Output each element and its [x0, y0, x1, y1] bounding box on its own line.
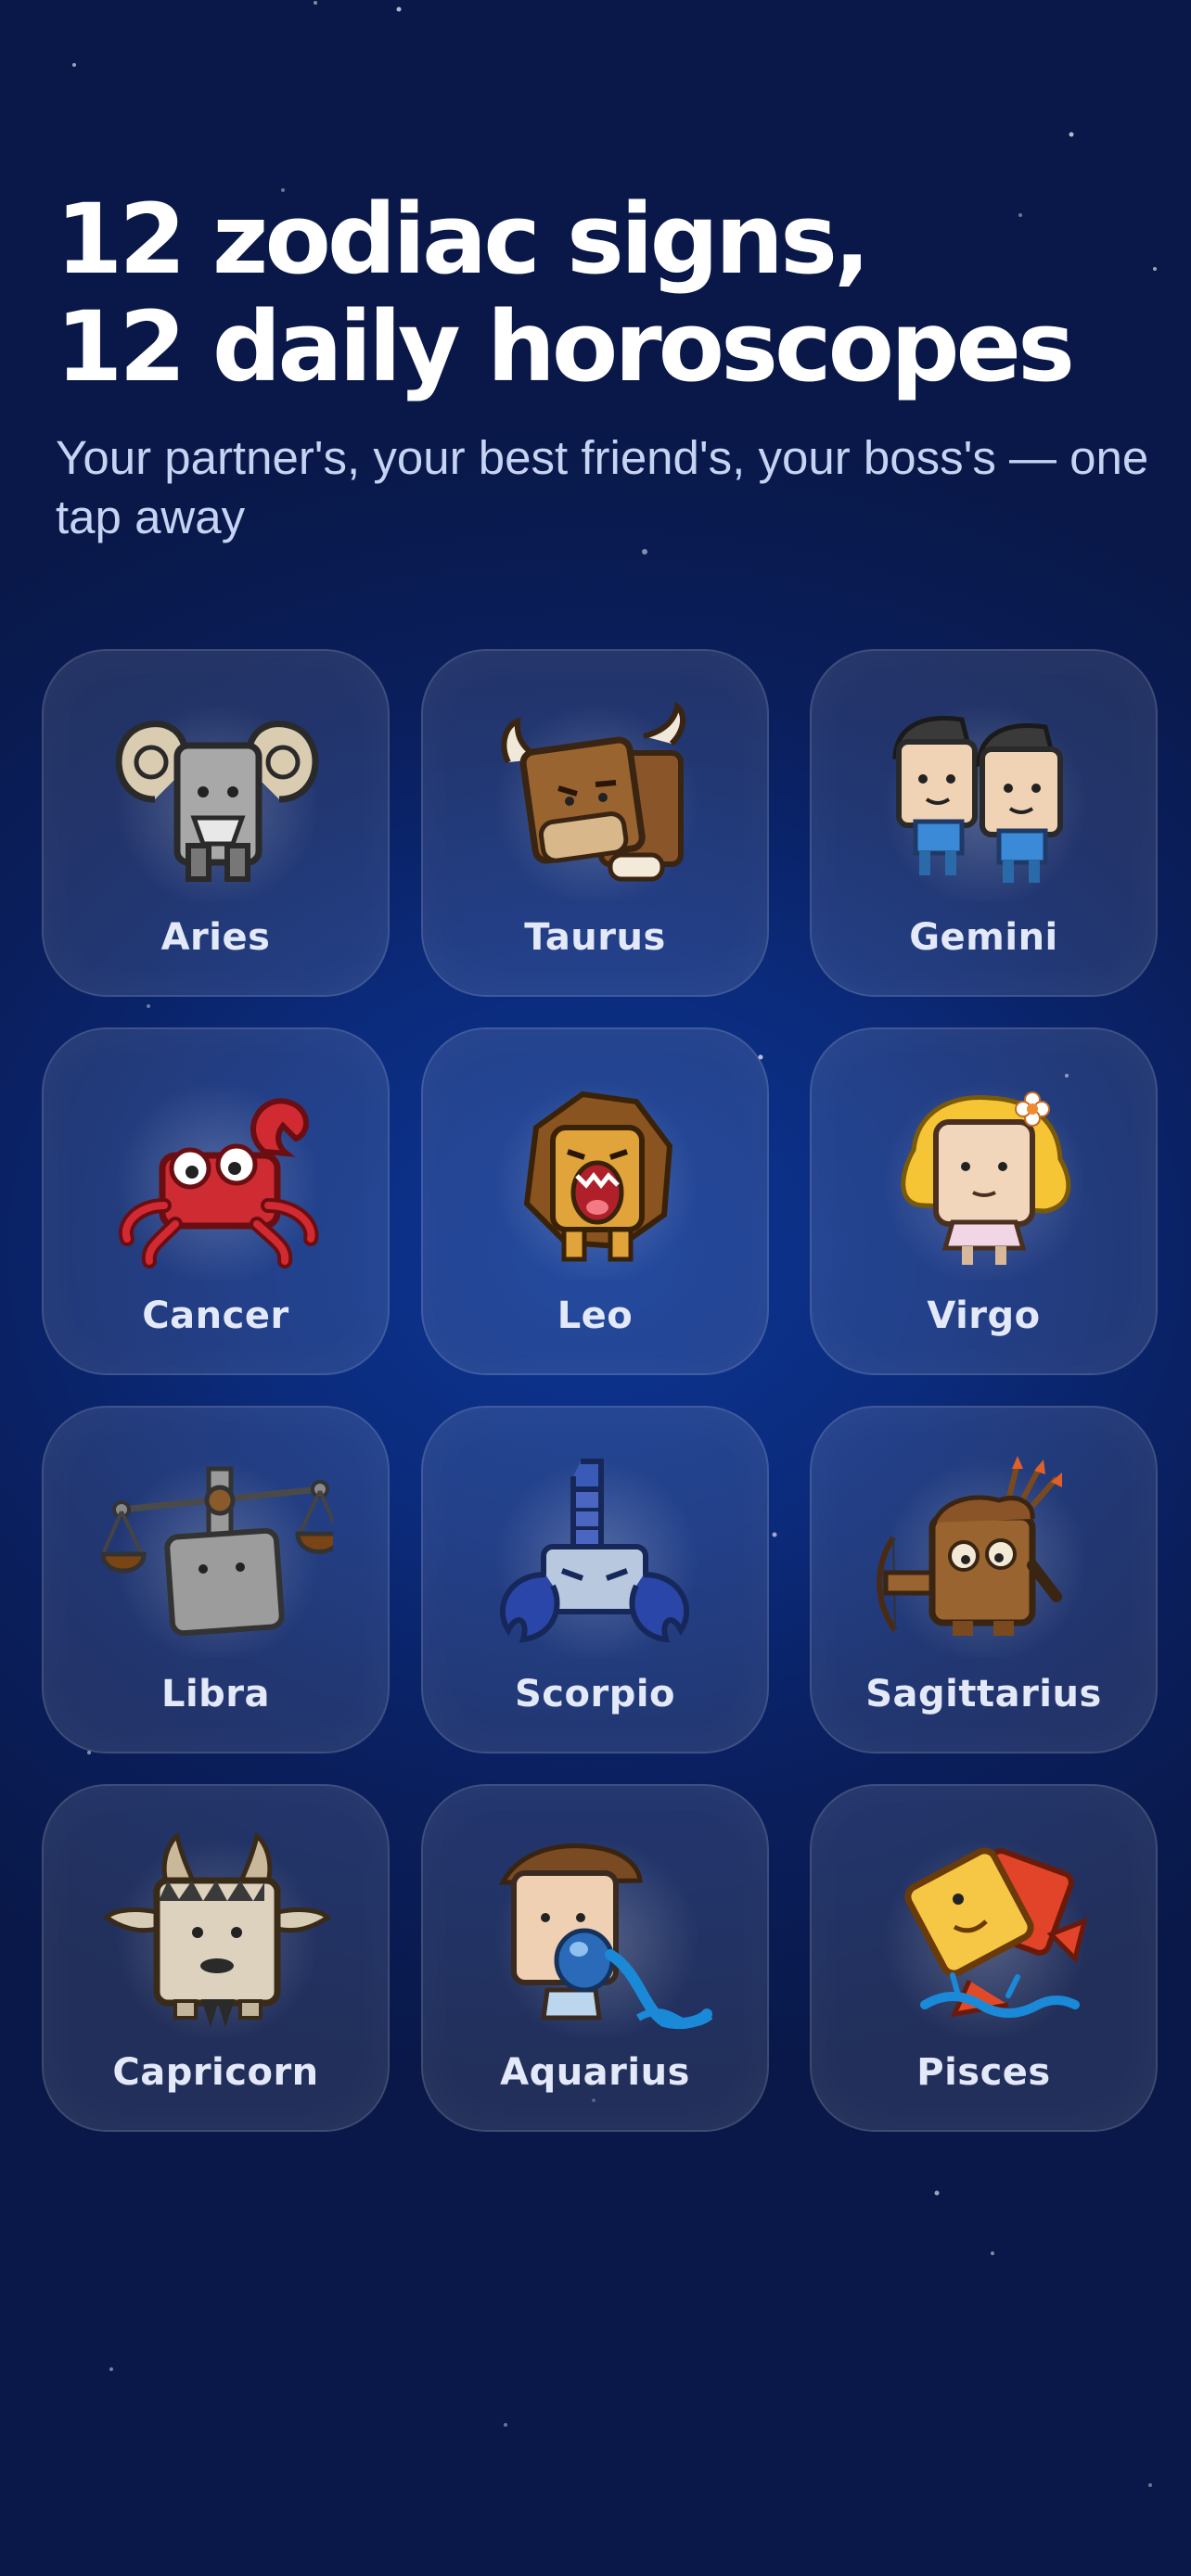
sign-label: Gemini: [909, 916, 1058, 959]
title-line-2: 12 daily horoscopes: [56, 290, 1075, 403]
lion-icon: [523, 1090, 673, 1262]
sign-label: Sagittarius: [865, 1673, 1102, 1715]
sign-card-leo[interactable]: Leo: [421, 1027, 769, 1375]
sign-label: Libra: [160, 1673, 271, 1715]
sign-label: Scorpio: [514, 1673, 676, 1715]
sign-card-aries[interactable]: Aries: [42, 649, 390, 997]
archer-icon: [877, 1456, 1062, 1636]
sign-card-taurus[interactable]: Taurus: [421, 649, 769, 997]
maiden-icon: [901, 1091, 1071, 1265]
sign-card-aquarius[interactable]: Aquarius: [421, 1784, 769, 2132]
page-title: 12 zodiac signs, 12 daily horoscopes: [56, 183, 1075, 403]
sign-label: Aquarius: [500, 2051, 690, 2094]
sign-card-virgo[interactable]: Virgo: [810, 1027, 1158, 1375]
sign-label: Taurus: [524, 916, 666, 959]
sign-card-cancer[interactable]: Cancer: [42, 1027, 390, 1375]
sign-card-scorpio[interactable]: Scorpio: [421, 1406, 769, 1753]
sign-card-capricorn[interactable]: Capricorn: [42, 1784, 390, 2132]
zodiac-grid: Aries Taurus Gemini Cancer Leo Virgo Lib…: [42, 649, 1158, 2132]
sign-card-libra[interactable]: Libra: [42, 1406, 390, 1753]
sign-card-pisces[interactable]: Pisces: [810, 1784, 1158, 2132]
sign-label: Aries: [160, 916, 271, 959]
sign-label: Pisces: [916, 2051, 1051, 2094]
bull-icon: [501, 701, 685, 882]
sign-label: Cancer: [142, 1294, 289, 1337]
sign-card-sagittarius[interactable]: Sagittarius: [810, 1406, 1158, 1753]
water-bearer-icon: [498, 1843, 712, 2030]
goat-icon: [103, 1831, 331, 2027]
crab-icon: [118, 1098, 319, 1269]
title-line-1: 12 zodiac signs,: [56, 183, 870, 296]
ram-icon: [115, 721, 319, 882]
page-subtitle: Your partner's, your best friend's, your…: [56, 431, 1149, 543]
sign-label: Capricorn: [112, 2051, 319, 2094]
scorpion-icon: [499, 1459, 690, 1643]
sign-card-gemini[interactable]: Gemini: [810, 649, 1158, 997]
sign-label: Virgo: [927, 1294, 1041, 1337]
sign-label: Leo: [557, 1294, 634, 1337]
scales-icon: [101, 1466, 333, 1637]
fish-icon: [904, 1847, 1088, 2018]
twins-icon: [892, 716, 1063, 883]
